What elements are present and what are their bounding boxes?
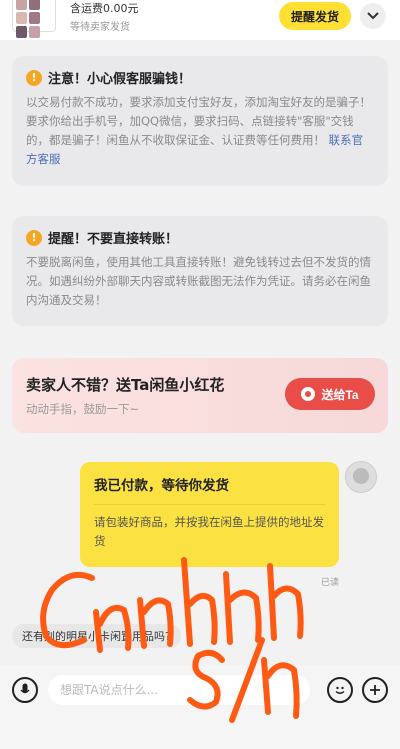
message-input[interactable] <box>48 675 310 705</box>
order-status: 等待卖家发货 <box>70 22 130 33</box>
emoji-icon[interactable] <box>327 677 353 703</box>
payment-message-bubble[interactable]: 我已付款，等待你发货 请包装好商品，并按我在闲鱼上提供的地址发货 <box>80 462 339 567</box>
message-title: 我已付款，等待你发货 <box>94 478 229 494</box>
send-flower-label: 送给Ta <box>321 387 359 402</box>
warning-icon: ! <box>26 69 42 86</box>
message-divider <box>94 504 325 505</box>
scam-warning-card: ! 注意！小心假客服骗钱！ 以交易付款不成功，要求添加支付宝好友，添加淘宝好友的… <box>12 56 388 186</box>
chat-input-bar <box>0 665 400 749</box>
quick-reply-chip[interactable]: 还有别的明星小卡闲置用品吗? <box>12 624 181 648</box>
read-status: 已读 <box>321 578 340 588</box>
add-icon[interactable] <box>362 677 388 703</box>
order-price-line: 含运费0.00元 <box>70 2 139 15</box>
transfer-warning-card: ! 提醒！不要直接转账！ 不要脱离闲鱼，使用其他工具直接转账！避免钱转过去但不发… <box>12 216 388 326</box>
product-thumbnail[interactable] <box>12 0 56 38</box>
warning-icon: ! <box>26 229 42 246</box>
send-flower-button[interactable]: 送给Ta <box>285 378 375 410</box>
flower-icon <box>301 387 316 401</box>
avatar[interactable] <box>345 461 377 493</box>
send-flower-card: 卖家人不错？送Ta闲鱼小红花 动动手指，鼓励一下~ 送给Ta <box>12 358 388 433</box>
flower-card-title: 卖家人不错？送Ta闲鱼小红花 <box>26 376 225 394</box>
remind-ship-button[interactable]: 提醒发货 <box>279 2 351 30</box>
transfer-warning-title: 提醒！不要直接转账！ <box>48 232 179 247</box>
flower-card-subtitle: 动动手指，鼓励一下~ <box>26 402 140 416</box>
order-header: 含运费0.00元 等待卖家发货 提醒发货 <box>0 0 400 40</box>
chevron-down-icon[interactable] <box>360 3 386 29</box>
transfer-warning-body: 不要脱离闲鱼，使用其他工具直接转账！避免钱转过去但不发货的情况。如遇纠纷外部聊天… <box>26 255 371 307</box>
microphone-icon[interactable] <box>12 677 38 703</box>
scam-warning-body: 以交易付款不成功，要求添加支付宝好友，添加淘宝好友的是骗子！要求你给出手机号，加… <box>26 95 371 147</box>
scam-warning-title: 注意！小心假客服骗钱！ <box>48 72 192 87</box>
message-body: 请包装好商品，并按我在闲鱼上提供的地址发货 <box>94 515 324 548</box>
